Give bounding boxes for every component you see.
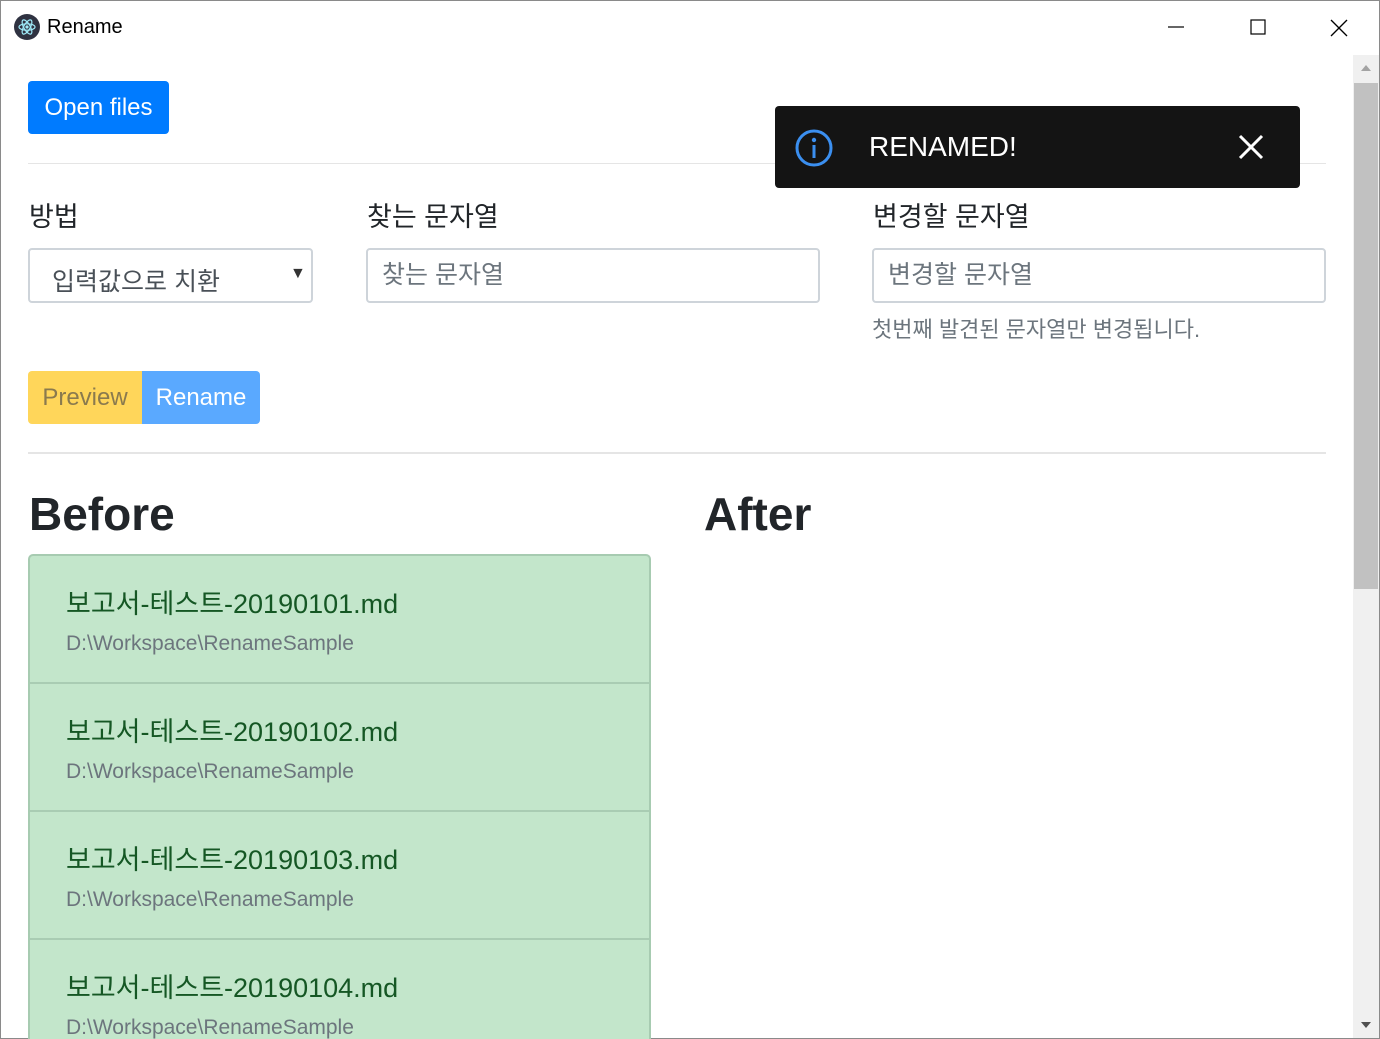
scroll-thumb[interactable] (1354, 83, 1378, 589)
arrow-down-icon (1361, 1022, 1371, 1028)
method-select-value: 입력값으로 치환 (52, 268, 220, 296)
list-item[interactable]: 보고서-테스트-20190103.md D:\Workspace\RenameS… (30, 812, 649, 940)
list-item[interactable]: 보고서-테스트-20190104.md D:\Workspace\RenameS… (30, 940, 649, 1039)
after-heading: After (704, 488, 812, 540)
maximize-icon (1250, 19, 1266, 35)
file-path: D:\Workspace\RenameSample (66, 888, 354, 911)
preview-button[interactable]: Preview (28, 371, 142, 424)
file-name: 보고서-테스트-20190102.md (66, 717, 399, 747)
before-heading: Before (29, 488, 175, 540)
file-name: 보고서-테스트-20190104.md (66, 973, 399, 1003)
arrow-up-icon (1361, 65, 1371, 71)
file-path: D:\Workspace\RenameSample (66, 632, 354, 655)
toast-message: RENAMED! (869, 131, 1017, 162)
method-label: 방법 (29, 202, 79, 232)
find-label: 찾는 문자열 (367, 202, 499, 232)
rename-button[interactable]: Rename (142, 371, 260, 424)
electron-logo-icon (14, 14, 40, 40)
divider (28, 452, 1326, 454)
replace-input[interactable] (872, 248, 1326, 303)
list-item[interactable]: 보고서-테스트-20190102.md D:\Workspace\RenameS… (30, 684, 649, 812)
toast-notification: RENAMED! (775, 106, 1300, 188)
find-input[interactable] (366, 248, 820, 303)
method-select[interactable]: 입력값으로 치환 ▼ (28, 248, 313, 303)
file-name: 보고서-테스트-20190103.md (66, 845, 399, 875)
scroll-down-button[interactable] (1353, 1012, 1379, 1038)
caret-down-icon: ▼ (290, 265, 306, 282)
replace-help-text: 첫번째 발견된 문자열만 변경됩니다. (872, 317, 1201, 342)
minimize-icon (1168, 26, 1184, 28)
close-icon (1330, 19, 1348, 37)
title-bar: Rename (1, 1, 1379, 55)
maximize-button[interactable] (1219, 1, 1299, 55)
before-file-list: 보고서-테스트-20190101.md D:\Workspace\RenameS… (28, 554, 651, 1039)
app-window: Rename Open files 방법 찾는 문자열 변경할 문자열 입력값으… (0, 0, 1380, 1039)
list-item[interactable]: 보고서-테스트-20190101.md D:\Workspace\RenameS… (30, 556, 649, 684)
close-window-button[interactable] (1299, 1, 1379, 55)
vertical-scrollbar[interactable] (1353, 55, 1379, 1038)
close-icon[interactable] (1237, 133, 1265, 161)
replace-label: 변경할 문자열 (873, 202, 1030, 232)
minimize-button[interactable] (1137, 1, 1217, 55)
file-path: D:\Workspace\RenameSample (66, 760, 354, 783)
file-path: D:\Workspace\RenameSample (66, 1016, 354, 1039)
file-name: 보고서-테스트-20190101.md (66, 589, 399, 619)
info-icon (795, 129, 833, 167)
scroll-up-button[interactable] (1353, 55, 1379, 81)
open-files-button[interactable]: Open files (28, 81, 169, 134)
window-title: Rename (47, 16, 123, 38)
